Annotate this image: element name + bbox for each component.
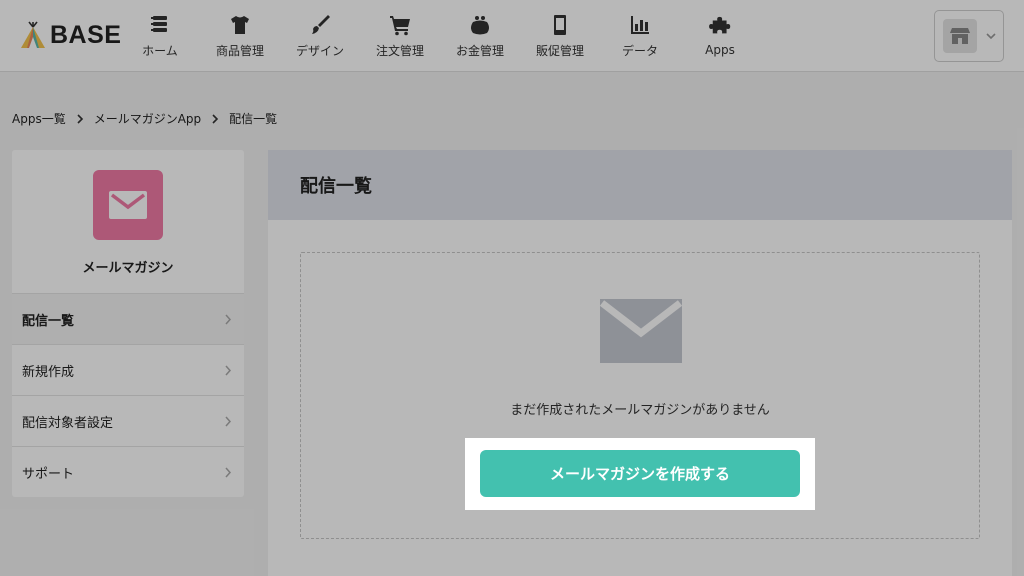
main-header: 配信一覧: [268, 150, 1012, 220]
chevron-right-icon: [225, 416, 232, 426]
sidebar-item-target-settings[interactable]: 配信対象者設定: [12, 396, 244, 447]
nav-label: ホーム: [142, 43, 178, 58]
nav-item-data[interactable]: データ: [600, 0, 680, 72]
sidebar-item-label: 配信対象者設定: [22, 415, 114, 431]
main-nav: ホーム 商品管理 デザイン 注文管理 お金管理 販促管理 データ Apps: [120, 0, 760, 72]
base-logo[interactable]: BASE: [20, 18, 121, 52]
sidebar-item-label: サポート: [22, 467, 75, 482]
nav-label: データ: [621, 43, 658, 58]
nav-label: 商品管理: [215, 43, 264, 58]
sidebar-item-label: 新規作成: [22, 364, 75, 380]
breadcrumb-current: 配信一覧: [229, 112, 278, 126]
chevron-right-icon: [225, 467, 232, 478]
breadcrumb-apps[interactable]: Apps一覧: [12, 110, 66, 127]
chevron-right-icon: [77, 113, 83, 124]
nav-item-home[interactable]: ホーム: [120, 0, 200, 72]
top-header: BASE ホーム 商品管理 デザイン 注文管理 お金管理 販促管理 データ Ap…: [0, 0, 1024, 72]
breadcrumb-mailmagazine-app[interactable]: メールマガジンApp: [94, 110, 201, 127]
mail-icon: [600, 299, 682, 363]
page-title: 配信一覧: [300, 176, 372, 197]
smartphone-icon: [554, 14, 566, 35]
app-name: メールマガジン: [82, 261, 174, 276]
mail-icon: [109, 191, 147, 219]
cart-icon: [390, 15, 410, 35]
chevron-right-icon: [225, 365, 232, 375]
bar-chart-icon: [631, 15, 649, 34]
brush-icon: [312, 14, 330, 34]
shop-avatar: [943, 19, 977, 53]
sidebar-item-delivery-list[interactable]: 配信一覧: [12, 294, 244, 345]
app-sidebar: メールマガジン 配信一覧 新規作成 配信対象者設定 サポート: [12, 150, 244, 497]
tshirt-icon: [231, 15, 249, 34]
sidebar-app-header: メールマガジン: [12, 150, 244, 294]
nav-item-design[interactable]: デザイン: [280, 0, 360, 72]
chevron-right-icon: [225, 314, 232, 324]
sidebar-item-label: 配信一覧: [22, 313, 75, 329]
nav-item-products[interactable]: 商品管理: [200, 0, 280, 72]
nav-label: 注文管理: [375, 43, 424, 58]
chevron-down-icon: [986, 33, 996, 40]
main-panel: 配信一覧 まだ作成されたメールマガジンがありません: [268, 150, 1012, 576]
breadcrumb: Apps一覧 メールマガジンApp 配信一覧: [12, 110, 277, 127]
nav-item-orders[interactable]: 注文管理: [360, 0, 440, 72]
shop-icon: [950, 28, 970, 44]
nav-item-money[interactable]: お金管理: [440, 0, 520, 72]
chevron-right-icon: [212, 113, 219, 124]
nav-item-promotion[interactable]: 販促管理: [520, 0, 600, 72]
logo-text: BASE: [50, 20, 122, 49]
shop-menu-button[interactable]: [934, 10, 1004, 62]
sidebar-item-support[interactable]: サポート: [12, 447, 244, 497]
purse-icon: [471, 15, 489, 34]
empty-state-message: まだ作成されたメールマガジンがありません: [510, 403, 770, 418]
nav-item-apps[interactable]: Apps: [680, 0, 760, 72]
nav-label: デザイン: [295, 43, 344, 58]
nav-label: Apps: [705, 43, 735, 57]
home-icon: [151, 15, 167, 32]
create-mailmagazine-button[interactable]: メールマガジンを作成する: [480, 450, 800, 497]
tent-logo-icon: [21, 21, 45, 48]
nav-label: お金管理: [455, 43, 504, 58]
app-icon: [93, 170, 163, 240]
nav-label: 販促管理: [535, 43, 584, 58]
sidebar-item-new[interactable]: 新規作成: [12, 345, 244, 396]
puzzle-icon: [709, 16, 731, 34]
